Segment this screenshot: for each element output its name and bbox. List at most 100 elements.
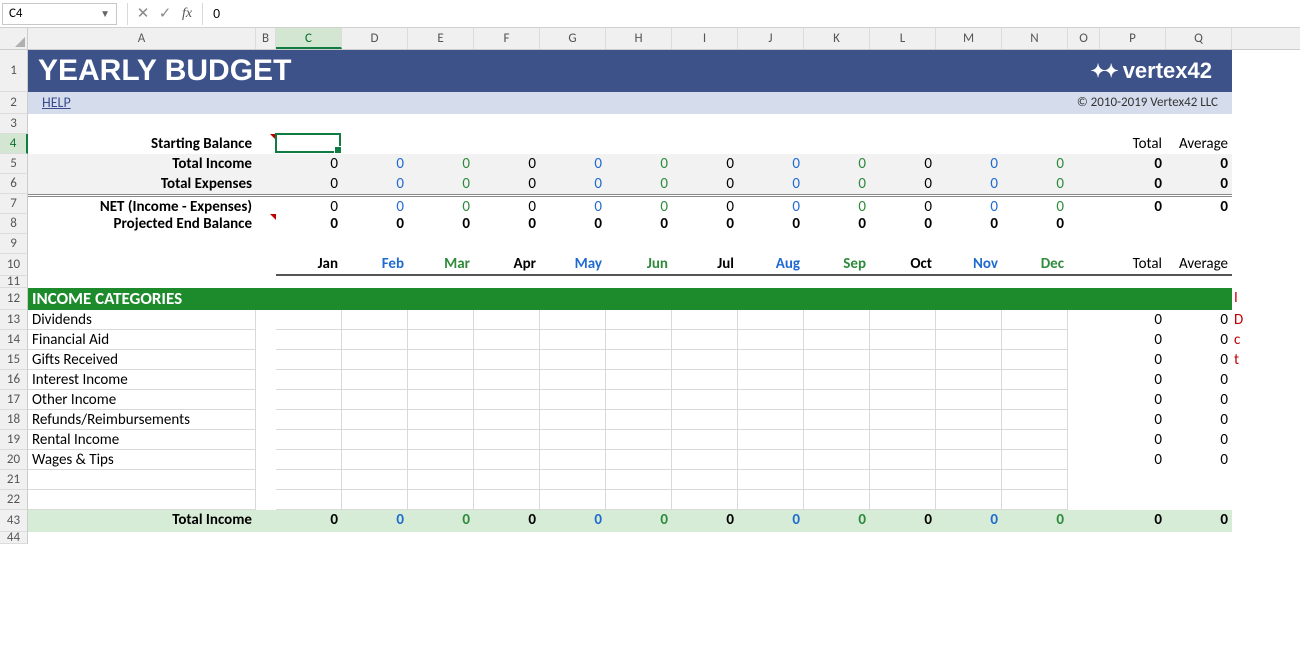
cell[interactable]: 0 xyxy=(1166,430,1232,450)
column-header-B[interactable]: B xyxy=(256,28,276,49)
cell[interactable]: 0 xyxy=(672,194,738,214)
cell[interactable] xyxy=(474,134,540,154)
cell[interactable] xyxy=(804,390,870,410)
cell[interactable] xyxy=(1232,490,1258,510)
cell[interactable] xyxy=(28,276,1258,288)
cell[interactable] xyxy=(1166,214,1232,234)
cell[interactable] xyxy=(540,330,606,350)
cell[interactable]: 0 xyxy=(738,154,804,174)
cell[interactable] xyxy=(474,450,540,470)
cell[interactable]: 0 xyxy=(1100,174,1166,194)
cell[interactable]: 0 xyxy=(276,214,342,234)
row-header-1[interactable]: 1 xyxy=(0,50,28,92)
row-header-6[interactable]: 6 xyxy=(0,174,28,194)
cell[interactable]: 0 xyxy=(1166,370,1232,390)
cell[interactable] xyxy=(276,310,342,330)
cell[interactable] xyxy=(540,450,606,470)
cell[interactable]: 0 xyxy=(1100,450,1166,470)
row-header-15[interactable]: 15 xyxy=(0,350,28,370)
cell[interactable] xyxy=(28,532,1258,544)
cell[interactable] xyxy=(408,310,474,330)
column-header-J[interactable]: J xyxy=(738,28,804,49)
cell[interactable] xyxy=(738,450,804,470)
cell[interactable] xyxy=(408,430,474,450)
cell[interactable] xyxy=(1068,310,1100,330)
cell[interactable] xyxy=(256,370,276,390)
row-header-11[interactable]: 11 xyxy=(0,276,28,288)
cell[interactable]: 0 xyxy=(870,510,936,532)
cell[interactable]: 0 xyxy=(474,194,540,214)
cell[interactable] xyxy=(28,254,256,276)
cell[interactable] xyxy=(1232,50,1258,92)
row-header-2[interactable]: 2 xyxy=(0,92,28,114)
cell[interactable] xyxy=(606,390,672,410)
cell[interactable] xyxy=(408,330,474,350)
cell[interactable]: 0 xyxy=(540,214,606,234)
cell[interactable]: 0 xyxy=(540,194,606,214)
cell[interactable] xyxy=(342,350,408,370)
cell[interactable] xyxy=(936,430,1002,450)
cell[interactable] xyxy=(606,450,672,470)
row-header-19[interactable]: 19 xyxy=(0,430,28,450)
cell[interactable] xyxy=(1100,214,1166,234)
cell[interactable]: 0 xyxy=(540,174,606,194)
cell[interactable]: 0 xyxy=(804,510,870,532)
cell[interactable] xyxy=(256,174,276,194)
column-header-G[interactable]: G xyxy=(540,28,606,49)
cell[interactable] xyxy=(870,490,936,510)
row-header-22[interactable]: 22 xyxy=(0,490,28,510)
cell[interactable]: 0 xyxy=(408,194,474,214)
cell[interactable] xyxy=(1002,134,1068,154)
cell[interactable] xyxy=(256,214,276,234)
cell[interactable]: 0 xyxy=(342,174,408,194)
cell[interactable]: 0 xyxy=(342,194,408,214)
column-header-O[interactable]: O xyxy=(1068,28,1100,49)
cell[interactable]: 0 xyxy=(804,174,870,194)
cell[interactable] xyxy=(474,390,540,410)
cell[interactable]: 0 xyxy=(408,214,474,234)
cell[interactable]: 0 xyxy=(606,510,672,532)
cell[interactable] xyxy=(672,410,738,430)
cell[interactable]: 0 xyxy=(1002,214,1068,234)
cell[interactable] xyxy=(540,134,606,154)
column-header-K[interactable]: K xyxy=(804,28,870,49)
column-header-N[interactable]: N xyxy=(1002,28,1068,49)
cell[interactable] xyxy=(276,450,342,470)
cell[interactable]: 0 xyxy=(606,214,672,234)
cell[interactable] xyxy=(606,330,672,350)
cell[interactable]: c xyxy=(1232,330,1258,350)
row-header-14[interactable]: 14 xyxy=(0,330,28,350)
cell[interactable] xyxy=(256,310,276,330)
cell[interactable] xyxy=(474,310,540,330)
row-header-8[interactable]: 8 xyxy=(0,214,28,234)
row-header-16[interactable]: 16 xyxy=(0,370,28,390)
cell[interactable] xyxy=(474,370,540,390)
cell[interactable]: 0 xyxy=(936,194,1002,214)
cell[interactable] xyxy=(870,134,936,154)
cell[interactable] xyxy=(606,350,672,370)
cell[interactable] xyxy=(256,450,276,470)
cell[interactable]: 0 xyxy=(540,154,606,174)
cell[interactable]: 0 xyxy=(474,154,540,174)
column-header-E[interactable]: E xyxy=(408,28,474,49)
cell[interactable] xyxy=(1068,470,1100,490)
cell[interactable]: 0 xyxy=(1100,510,1166,532)
cell[interactable]: 0 xyxy=(1100,310,1166,330)
cell[interactable] xyxy=(738,370,804,390)
cell[interactable] xyxy=(342,410,408,430)
cell[interactable] xyxy=(672,470,738,490)
column-header-A[interactable]: A xyxy=(28,28,256,49)
cell[interactable] xyxy=(1232,154,1258,174)
cell[interactable]: 0 xyxy=(738,194,804,214)
cell[interactable]: 0 xyxy=(936,154,1002,174)
cell[interactable] xyxy=(1232,430,1258,450)
cell[interactable] xyxy=(1002,350,1068,370)
cell[interactable] xyxy=(1232,390,1258,410)
cell-c4[interactable]: 0 xyxy=(276,134,342,154)
cell[interactable] xyxy=(672,350,738,370)
cell[interactable] xyxy=(1002,390,1068,410)
cell[interactable]: 0 xyxy=(1166,510,1232,532)
name-box[interactable]: C4 ▼ xyxy=(2,3,117,25)
cell[interactable] xyxy=(1068,490,1100,510)
cell[interactable] xyxy=(1166,490,1232,510)
